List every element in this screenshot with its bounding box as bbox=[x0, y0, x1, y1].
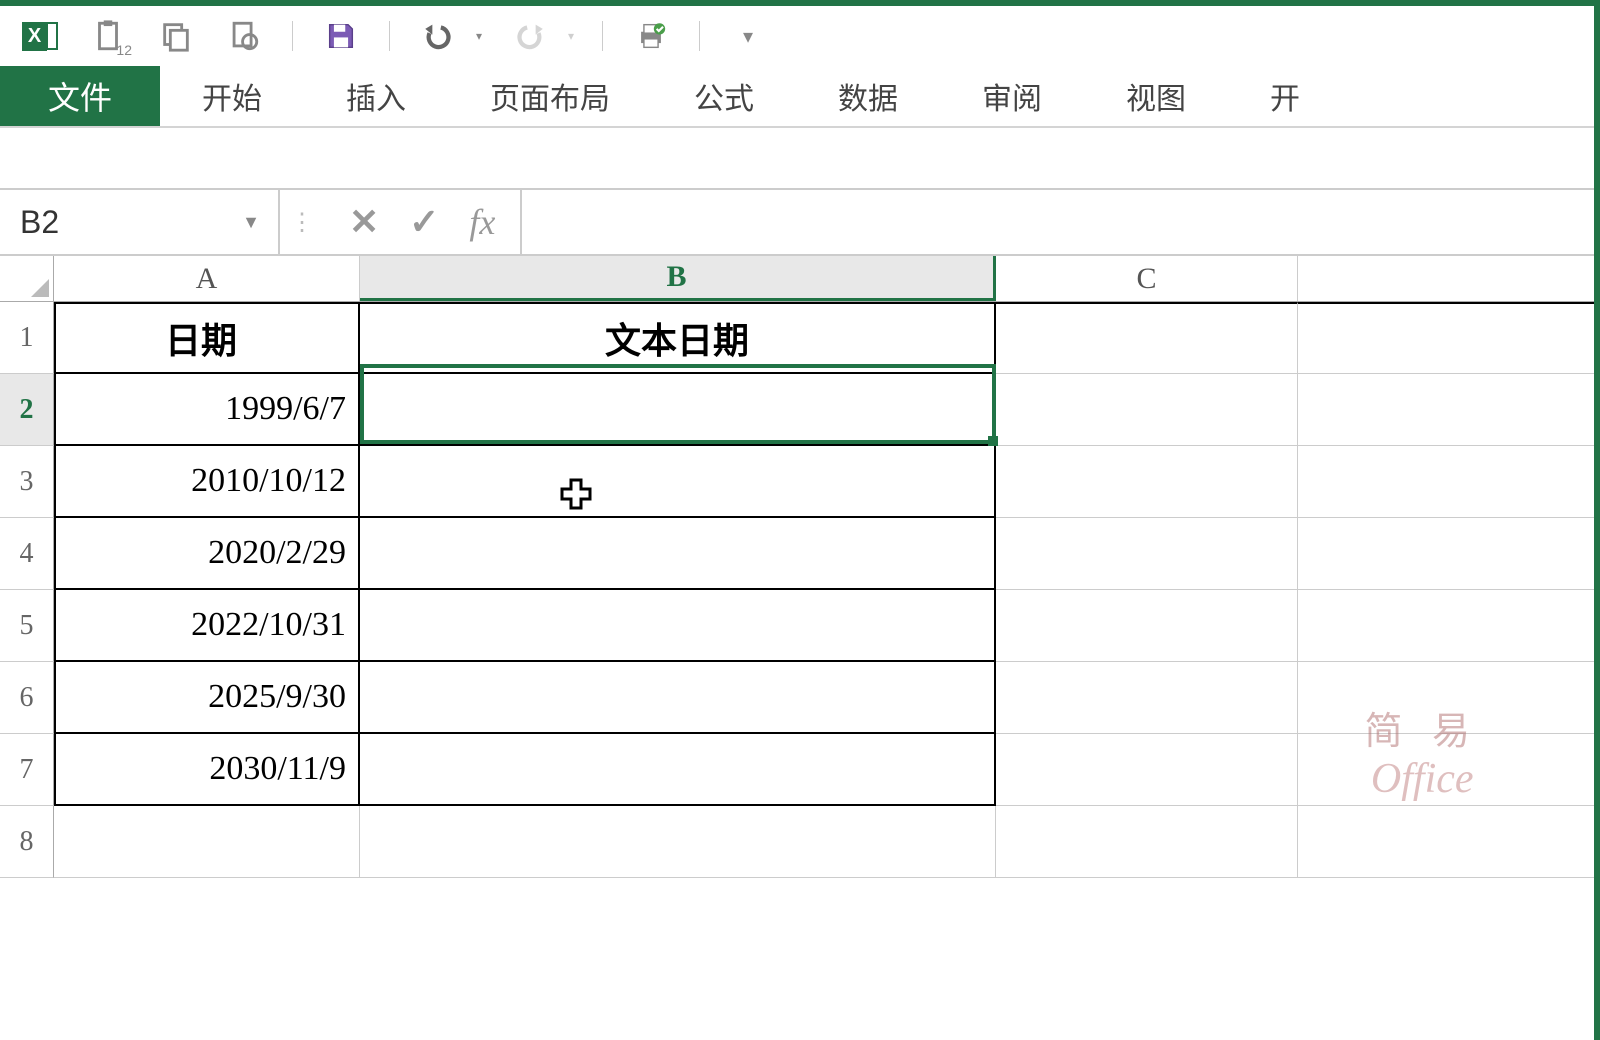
cell-B7[interactable] bbox=[360, 734, 996, 806]
col-header-A[interactable]: A bbox=[54, 256, 360, 301]
window-right-border bbox=[1594, 0, 1600, 1040]
tab-review[interactable]: 审阅 bbox=[940, 66, 1084, 126]
row-header-2[interactable]: 2 bbox=[0, 374, 54, 446]
paste-icon[interactable]: 12 bbox=[88, 16, 128, 56]
cell-C7[interactable] bbox=[996, 734, 1298, 806]
cell-B1[interactable]: 文本日期 bbox=[360, 302, 996, 374]
qat-customize-icon[interactable]: ▾ bbox=[728, 16, 768, 56]
save-icon[interactable] bbox=[321, 16, 361, 56]
cell-C8[interactable] bbox=[996, 806, 1298, 878]
cell-D1[interactable] bbox=[1298, 302, 1600, 374]
cell-B6[interactable] bbox=[360, 662, 996, 734]
cell-C3[interactable] bbox=[996, 446, 1298, 518]
cell-C4[interactable] bbox=[996, 518, 1298, 590]
name-box[interactable]: B2 ▼ bbox=[0, 190, 280, 254]
confirm-formula-icon[interactable]: ✓ bbox=[409, 201, 439, 243]
excel-app-icon[interactable]: X bbox=[20, 16, 60, 56]
cell-A3[interactable]: 2010/10/12 bbox=[54, 446, 360, 518]
name-box-value: B2 bbox=[20, 204, 59, 241]
watermark-line1: 简 易 bbox=[1364, 700, 1480, 755]
tab-view[interactable]: 视图 bbox=[1084, 66, 1228, 126]
cell-D3[interactable] bbox=[1298, 446, 1600, 518]
row-header-1[interactable]: 1 bbox=[0, 302, 54, 374]
qat-separator bbox=[699, 21, 700, 51]
row-header-3[interactable]: 3 bbox=[0, 446, 54, 518]
redo-dropdown-caret[interactable]: ▾ bbox=[568, 29, 574, 43]
cell-D5[interactable] bbox=[1298, 590, 1600, 662]
table-row: 2 1999/6/7 bbox=[0, 374, 1600, 446]
cancel-formula-icon[interactable]: ✕ bbox=[349, 201, 379, 243]
cell-C2[interactable] bbox=[996, 374, 1298, 446]
tab-pagelayout[interactable]: 页面布局 bbox=[448, 66, 652, 126]
row-header-6[interactable]: 6 bbox=[0, 662, 54, 734]
fx-icon[interactable]: fx bbox=[469, 201, 495, 243]
cell-A1[interactable]: 日期 bbox=[54, 302, 360, 374]
cell-A4[interactable]: 2020/2/29 bbox=[54, 518, 360, 590]
cell-D4[interactable] bbox=[1298, 518, 1600, 590]
formula-bar: B2 ▼ ⋮ ✕ ✓ fx bbox=[0, 188, 1600, 256]
table-row: 4 2020/2/29 bbox=[0, 518, 1600, 590]
chevron-down-icon[interactable]: ▼ bbox=[242, 212, 260, 233]
col-header-C[interactable]: C bbox=[996, 256, 1298, 301]
cell-A8[interactable] bbox=[54, 806, 360, 878]
cell-C6[interactable] bbox=[996, 662, 1298, 734]
cell-A2[interactable]: 1999/6/7 bbox=[54, 374, 360, 446]
cell-D2[interactable] bbox=[1298, 374, 1600, 446]
cell-D8[interactable] bbox=[1298, 806, 1600, 878]
qat-separator bbox=[389, 21, 390, 51]
redo-icon[interactable] bbox=[510, 16, 550, 56]
tab-formulas[interactable]: 公式 bbox=[652, 66, 796, 126]
paste-badge: 12 bbox=[116, 42, 132, 58]
ribbon-spacer bbox=[0, 128, 1600, 188]
tab-file[interactable]: 文件 bbox=[0, 66, 160, 126]
cell-C5[interactable] bbox=[996, 590, 1298, 662]
table-row: 7 2030/11/9 bbox=[0, 734, 1600, 806]
ribbon-tabs: 文件 开始 插入 页面布局 公式 数据 审阅 视图 开 bbox=[0, 66, 1600, 128]
tab-dev[interactable]: 开 bbox=[1228, 66, 1342, 126]
row-header-5[interactable]: 5 bbox=[0, 590, 54, 662]
column-headers: A B C bbox=[0, 256, 1600, 302]
tab-data[interactable]: 数据 bbox=[796, 66, 940, 126]
print-preview-icon[interactable] bbox=[224, 16, 264, 56]
table-row: 3 2010/10/12 bbox=[0, 446, 1600, 518]
watermark: 简 易 Office bbox=[1364, 700, 1480, 803]
cell-B8[interactable] bbox=[360, 806, 996, 878]
formula-grip[interactable]: ⋮ bbox=[280, 190, 324, 254]
select-all-corner[interactable] bbox=[0, 256, 54, 301]
cell-B4[interactable] bbox=[360, 518, 996, 590]
col-header-D[interactable] bbox=[1298, 256, 1600, 301]
cell-A7[interactable]: 2030/11/9 bbox=[54, 734, 360, 806]
cell-A5[interactable]: 2022/10/31 bbox=[54, 590, 360, 662]
formula-controls: ✕ ✓ fx bbox=[324, 190, 522, 254]
qat-separator bbox=[292, 21, 293, 51]
grid-rows: 1 日期 文本日期 2 1999/6/7 3 2010/10/12 4 2020… bbox=[0, 302, 1600, 878]
tab-insert[interactable]: 插入 bbox=[304, 66, 448, 126]
table-row: 6 2025/9/30 bbox=[0, 662, 1600, 734]
cell-A6[interactable]: 2025/9/30 bbox=[54, 662, 360, 734]
table-row: 8 bbox=[0, 806, 1600, 878]
cell-B5[interactable] bbox=[360, 590, 996, 662]
row-header-4[interactable]: 4 bbox=[0, 518, 54, 590]
col-header-B[interactable]: B bbox=[360, 256, 996, 301]
quick-print-icon[interactable] bbox=[631, 16, 671, 56]
cell-B2[interactable] bbox=[360, 374, 996, 446]
quick-access-toolbar: X 12 ▾ ▾ ▾ bbox=[0, 6, 1600, 66]
formula-input[interactable] bbox=[522, 190, 1600, 254]
copy-icon[interactable] bbox=[156, 16, 196, 56]
undo-icon[interactable] bbox=[418, 16, 458, 56]
tab-home[interactable]: 开始 bbox=[160, 66, 304, 126]
undo-dropdown-caret[interactable]: ▾ bbox=[476, 29, 482, 43]
sheet-area: A B C 1 日期 文本日期 2 1999/6/7 3 2010/10/12 … bbox=[0, 256, 1600, 878]
row-header-7[interactable]: 7 bbox=[0, 734, 54, 806]
watermark-line2: Office bbox=[1364, 755, 1480, 803]
cell-B3[interactable] bbox=[360, 446, 996, 518]
table-row: 1 日期 文本日期 bbox=[0, 302, 1600, 374]
table-row: 5 2022/10/31 bbox=[0, 590, 1600, 662]
qat-separator bbox=[602, 21, 603, 51]
row-header-8[interactable]: 8 bbox=[0, 806, 54, 878]
cell-C1[interactable] bbox=[996, 302, 1298, 374]
